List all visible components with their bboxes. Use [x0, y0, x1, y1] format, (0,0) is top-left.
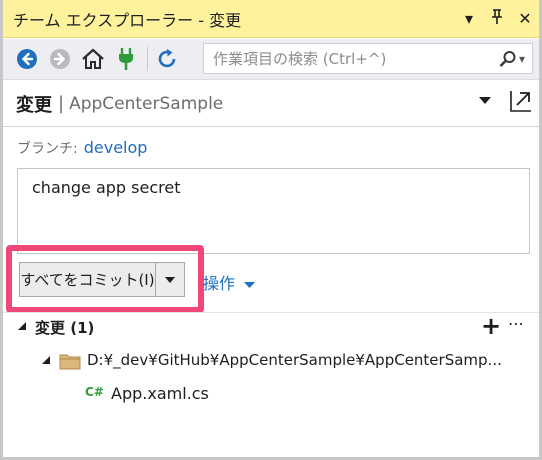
chevron-down-icon	[165, 276, 175, 283]
folder-tree-item[interactable]: D:¥_dev¥GitHub¥AppCenterSample¥AppCenter…	[3, 349, 539, 375]
connect-button[interactable]	[112, 45, 140, 73]
home-icon	[82, 48, 104, 69]
page-header: 変更 | AppCenterSample	[3, 81, 539, 127]
more-options-icon[interactable]: ⋯	[508, 314, 525, 333]
title-bar[interactable]: チーム エクスプローラー - 変更 ▾ ✕	[3, 0, 539, 38]
forward-button[interactable]	[46, 45, 74, 73]
window-dropdown-icon[interactable]: ▾	[455, 9, 483, 28]
folder-collapse-icon[interactable]	[41, 355, 51, 368]
back-button[interactable]	[13, 45, 41, 73]
pin-icon[interactable]	[483, 8, 511, 29]
title-separator: |	[58, 93, 65, 114]
actions-label[interactable]: 操作	[203, 274, 235, 293]
search-box[interactable]: ▾	[203, 43, 533, 74]
commit-all-button[interactable]: すべてをコミット(I)	[19, 262, 185, 297]
refresh-button[interactable]	[153, 45, 181, 73]
changes-section-header[interactable]: 変更 (1) + ⋯	[3, 312, 539, 342]
branch-row: ブランチ: develop	[17, 138, 147, 158]
close-icon[interactable]: ✕	[511, 9, 539, 28]
changes-title: 変更 (1)	[35, 319, 95, 337]
collapse-triangle-icon[interactable]	[17, 321, 27, 334]
team-explorer-window: チーム エクスプローラー - 変更 ▾ ✕ ▾	[0, 0, 542, 460]
commit-dropdown-button[interactable]	[156, 263, 184, 296]
search-input[interactable]	[204, 44, 492, 73]
toolbar-separator	[147, 47, 148, 71]
folder-icon	[59, 354, 81, 370]
search-dropdown-icon[interactable]: ▾	[519, 52, 525, 66]
repository-name: AppCenterSample	[69, 93, 224, 114]
forward-arrow-icon	[50, 49, 70, 69]
commit-message-input[interactable]: change app secret	[17, 168, 530, 254]
folder-path: D:¥_dev¥GitHub¥AppCenterSample¥AppCenter…	[87, 351, 502, 369]
page-title: 変更	[16, 94, 52, 116]
file-name: App.xaml.cs	[111, 384, 209, 403]
add-icon[interactable]: +	[481, 312, 501, 340]
search-button[interactable]: ▾	[492, 50, 532, 68]
section-divider	[3, 312, 539, 313]
home-button[interactable]	[79, 45, 107, 73]
branch-link[interactable]: develop	[84, 138, 148, 157]
actions-menu[interactable]: 操作	[203, 270, 255, 294]
csharp-file-icon: C#	[85, 385, 104, 399]
actions-dropdown-icon[interactable]	[240, 279, 255, 292]
refresh-icon	[158, 49, 176, 68]
commit-all-label[interactable]: すべてをコミット(I)	[20, 263, 156, 296]
back-arrow-icon	[17, 49, 37, 69]
popout-icon[interactable]	[509, 89, 533, 113]
branch-label: ブランチ:	[17, 141, 78, 157]
search-icon	[499, 50, 516, 67]
toolbar: ▾	[3, 39, 539, 80]
window-title: チーム エクスプローラー - 変更	[13, 10, 242, 30]
page-dropdown-icon[interactable]	[479, 93, 491, 109]
plug-icon	[119, 48, 133, 70]
file-tree-item[interactable]: C# App.xaml.cs	[3, 382, 539, 408]
